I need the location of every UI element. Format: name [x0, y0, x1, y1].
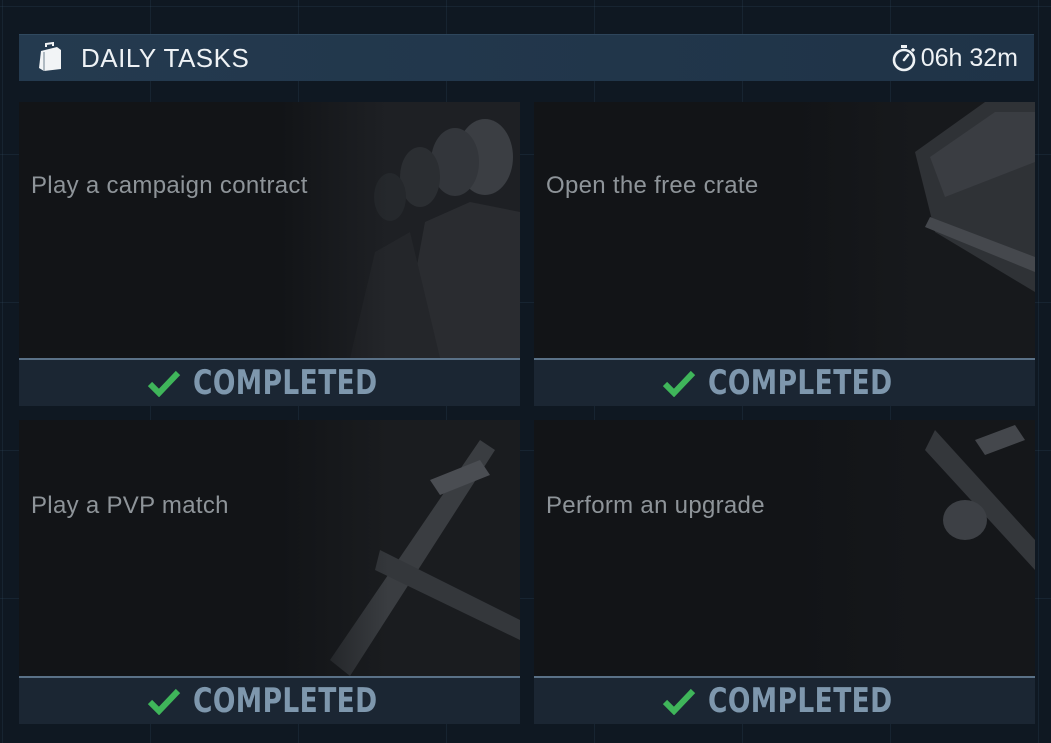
header-title: DAILY TASKS [81, 43, 250, 73]
status-text: COMPLETED [707, 681, 893, 721]
task-label: Play a campaign contract [31, 172, 308, 199]
checkmark-icon [662, 688, 695, 715]
task-status-bar: COMPLETED [19, 676, 520, 724]
task-card-crate[interactable]: Open the free crate COMPLETED [534, 102, 1035, 406]
checkmark-icon [662, 370, 695, 397]
timer: 06h 32m [891, 43, 1018, 73]
rifle-icon [280, 420, 520, 676]
task-card-pvp[interactable]: Play a PVP match COMPLETED [19, 420, 520, 724]
status-text: COMPLETED [192, 363, 378, 403]
task-card-upgrade[interactable]: Perform an upgrade COMPLETED [534, 420, 1035, 724]
checkmark-icon [147, 688, 180, 715]
timer-text: 06h 32m [920, 44, 1018, 72]
task-status-bar: COMPLETED [534, 676, 1035, 724]
task-status-bar: COMPLETED [19, 358, 520, 406]
task-label: Perform an upgrade [546, 492, 765, 519]
rifle-icon [795, 420, 1035, 676]
task-status-bar: COMPLETED [534, 358, 1035, 406]
briefcase-icon [39, 42, 61, 71]
task-card-campaign[interactable]: Play a campaign contract COMPLETED [19, 102, 520, 406]
people-icon [280, 102, 520, 358]
task-label: Play a PVP match [31, 492, 229, 519]
status-text: COMPLETED [192, 681, 378, 721]
stopwatch-icon [892, 45, 916, 72]
crate-icon [795, 102, 1035, 358]
daily-tasks-header: DAILY TASKS 06h 32m [19, 34, 1034, 81]
task-label: Open the free crate [546, 172, 759, 199]
checkmark-icon [147, 370, 180, 397]
status-text: COMPLETED [707, 363, 893, 403]
